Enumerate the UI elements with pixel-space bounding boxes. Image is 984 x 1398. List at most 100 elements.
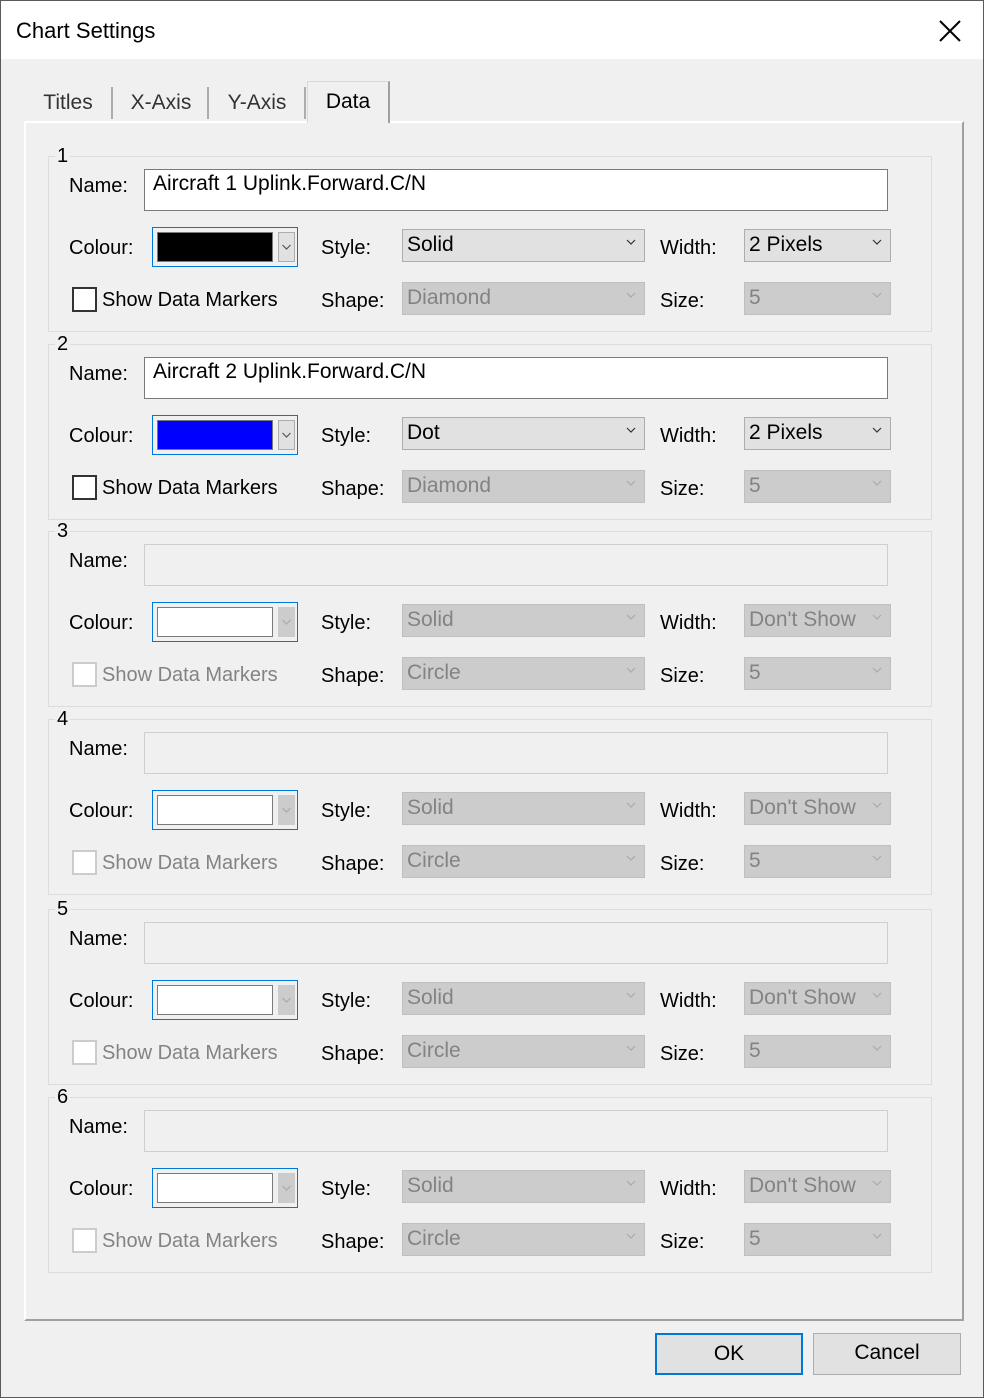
- colour-dropdown-button[interactable]: [278, 420, 295, 450]
- colour-picker[interactable]: [152, 980, 298, 1020]
- chevron-down-icon: [872, 1045, 882, 1051]
- series-name-input[interactable]: [144, 922, 888, 964]
- width-label: Width:: [660, 800, 717, 822]
- show-data-markers-checkbox[interactable]: [72, 1228, 97, 1253]
- shape-dropdown[interactable]: Circle: [402, 845, 645, 878]
- chevron-down-icon: [282, 432, 291, 438]
- width-dropdown[interactable]: Don't Show: [744, 1170, 891, 1203]
- colour-picker[interactable]: [152, 1168, 298, 1208]
- title-bar: Chart Settings: [1, 1, 983, 59]
- series-number: 3: [55, 520, 71, 543]
- size-dropdown[interactable]: 5: [744, 282, 891, 315]
- size-value: 5: [749, 1039, 761, 1062]
- size-dropdown[interactable]: 5: [744, 1223, 891, 1256]
- dialog-title: Chart Settings: [16, 18, 156, 43]
- series-group-2: 2 Name: Aircraft 2 Uplink.Forward.C/N Colou…: [48, 333, 932, 520]
- show-data-markers-checkbox[interactable]: [72, 1040, 97, 1065]
- chevron-down-icon: [872, 292, 882, 298]
- tab-y-axis[interactable]: Y-Axis: [218, 83, 296, 121]
- cancel-button[interactable]: Cancel: [813, 1333, 961, 1375]
- chart-settings-dialog: Chart Settings Titles X-Axis Y-Axis Data…: [0, 0, 984, 1398]
- colour-dropdown-button[interactable]: [278, 607, 295, 637]
- size-label: Size:: [660, 665, 705, 687]
- colour-dropdown-button[interactable]: [278, 232, 295, 262]
- show-data-markers-checkbox[interactable]: [72, 475, 97, 500]
- colour-picker[interactable]: [152, 415, 298, 455]
- size-dropdown[interactable]: 5: [744, 1035, 891, 1068]
- shape-dropdown[interactable]: Circle: [402, 1035, 645, 1068]
- size-label: Size:: [660, 290, 705, 312]
- show-data-markers-checkbox[interactable]: [72, 850, 97, 875]
- colour-picker[interactable]: [152, 602, 298, 642]
- size-dropdown[interactable]: 5: [744, 845, 891, 878]
- series-number: 5: [55, 898, 71, 921]
- name-label: Name:: [69, 175, 128, 197]
- data-tab-panel: 1 Name: Aircraft 1 Uplink.Forward.C/N Colou…: [24, 121, 964, 1321]
- size-dropdown[interactable]: 5: [744, 470, 891, 503]
- colour-picker[interactable]: [152, 227, 298, 267]
- width-dropdown[interactable]: Don't Show: [744, 604, 891, 637]
- series-name-input[interactable]: [144, 732, 888, 774]
- chevron-down-icon: [872, 614, 882, 620]
- chevron-down-icon: [626, 802, 636, 808]
- chevron-down-icon: [626, 1045, 636, 1051]
- series-name-input[interactable]: [144, 1110, 888, 1152]
- tab-titles[interactable]: Titles: [31, 83, 105, 121]
- width-value: 2 Pixels: [749, 233, 823, 256]
- series-number: 2: [55, 333, 71, 356]
- style-dropdown[interactable]: Dot: [402, 417, 645, 450]
- series-name-input[interactable]: Aircraft 1 Uplink.Forward.C/N: [144, 169, 888, 211]
- series-number: 4: [55, 708, 71, 731]
- show-data-markers-label: Show Data Markers: [102, 1230, 278, 1252]
- width-dropdown[interactable]: Don't Show: [744, 792, 891, 825]
- colour-dropdown-button[interactable]: [278, 795, 295, 825]
- series-name-input[interactable]: [144, 544, 888, 586]
- style-dropdown[interactable]: Solid: [402, 792, 645, 825]
- show-data-markers-label: Show Data Markers: [102, 852, 278, 874]
- shape-value: Diamond: [407, 286, 492, 309]
- name-label: Name:: [69, 928, 128, 950]
- series-name-input[interactable]: Aircraft 2 Uplink.Forward.C/N: [144, 357, 888, 399]
- show-data-markers-checkbox[interactable]: [72, 662, 97, 687]
- width-label: Width:: [660, 237, 717, 259]
- shape-dropdown[interactable]: Circle: [402, 1223, 645, 1256]
- chevron-down-icon: [872, 855, 882, 861]
- ok-button[interactable]: OK: [655, 1333, 803, 1375]
- width-value: Don't Show: [749, 796, 856, 819]
- colour-swatch: [157, 795, 273, 825]
- width-value: 2 Pixels: [749, 421, 823, 444]
- chevron-down-icon: [872, 480, 882, 486]
- shape-dropdown[interactable]: Diamond: [402, 470, 645, 503]
- style-dropdown[interactable]: Solid: [402, 982, 645, 1015]
- close-icon: [939, 20, 961, 42]
- series-number: 6: [55, 1086, 71, 1109]
- style-dropdown[interactable]: Solid: [402, 604, 645, 637]
- style-dropdown[interactable]: Solid: [402, 1170, 645, 1203]
- style-dropdown[interactable]: Solid: [402, 229, 645, 262]
- width-dropdown[interactable]: Don't Show: [744, 982, 891, 1015]
- tab-data[interactable]: Data: [307, 81, 390, 123]
- chevron-down-icon: [626, 667, 636, 673]
- shape-dropdown[interactable]: Circle: [402, 657, 645, 690]
- width-dropdown[interactable]: 2 Pixels: [744, 417, 891, 450]
- width-dropdown[interactable]: 2 Pixels: [744, 229, 891, 262]
- shape-dropdown[interactable]: Diamond: [402, 282, 645, 315]
- chevron-down-icon: [872, 1180, 882, 1186]
- chevron-down-icon: [872, 992, 882, 998]
- shape-value: Circle: [407, 661, 461, 684]
- colour-picker[interactable]: [152, 790, 298, 830]
- chevron-down-icon: [626, 992, 636, 998]
- chevron-down-icon: [626, 1233, 636, 1239]
- colour-dropdown-button[interactable]: [278, 1173, 295, 1203]
- colour-label: Colour:: [69, 237, 134, 259]
- size-dropdown[interactable]: 5: [744, 657, 891, 690]
- style-value: Solid: [407, 796, 454, 819]
- series-group-6: 6 Name: Colour: Style: Solid Width: Don't Show…: [48, 1086, 932, 1273]
- show-data-markers-checkbox[interactable]: [72, 287, 97, 312]
- close-button[interactable]: [931, 15, 969, 47]
- colour-dropdown-button[interactable]: [278, 985, 295, 1015]
- series-number: 1: [55, 145, 71, 168]
- style-value: Solid: [407, 986, 454, 1009]
- chevron-down-icon: [626, 1180, 636, 1186]
- tab-x-axis[interactable]: X-Axis: [121, 83, 201, 121]
